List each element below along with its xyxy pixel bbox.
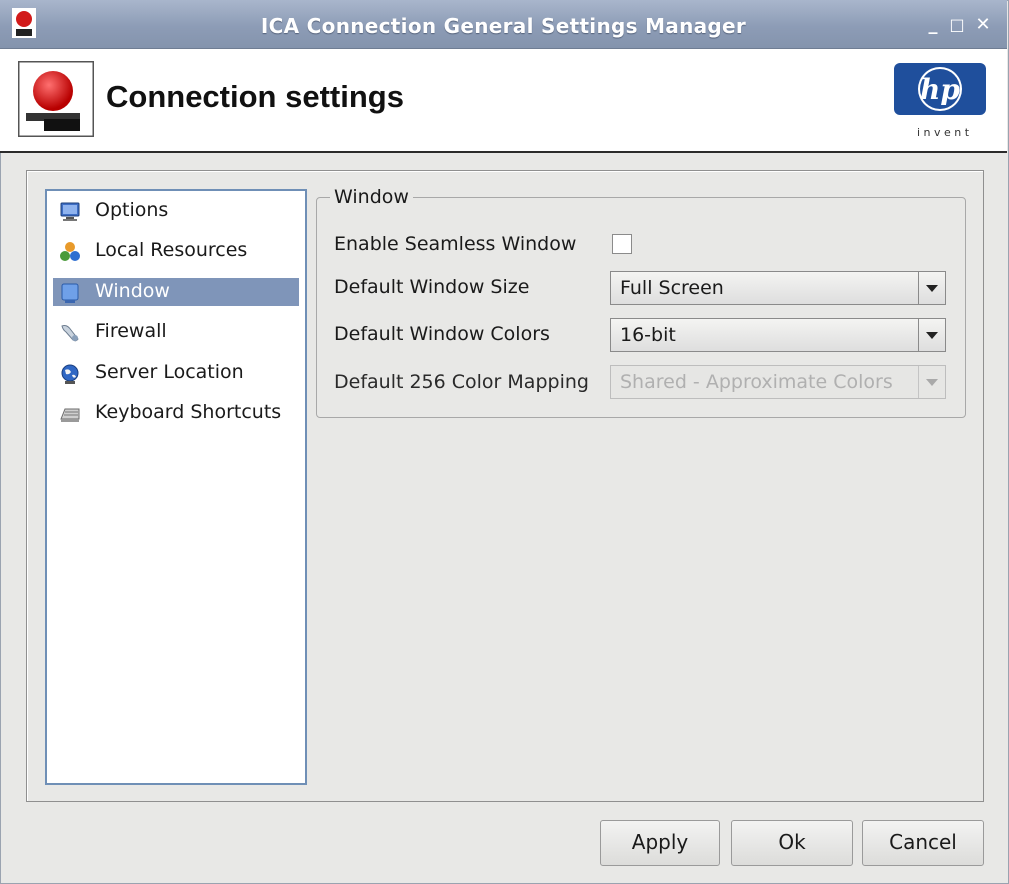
window-title: ICA Connection General Settings Manager [260,14,747,38]
window-size-label: Default Window Size [334,276,530,298]
hp-logo-text: hp [920,73,960,106]
color-mapping-value: Shared - Approximate Colors [620,371,893,393]
nav-label: Local Resources [95,239,248,261]
header-banner: Connection settings hp i n v e n t [0,49,1007,153]
window-size-value: Full Screen [620,277,724,299]
nav-label: Keyboard Shortcuts [95,401,282,423]
apply-button[interactable]: Apply [600,820,720,866]
seamless-window-label: Enable Seamless Window [334,233,577,255]
firewall-icon [61,325,79,342]
hp-tagline: i n v e n t [917,126,970,139]
nav-item-local-resources[interactable]: Local Resources [53,237,299,265]
chevron-down-icon[interactable] [918,319,945,351]
nav-item-options[interactable]: Options [53,197,299,225]
color-mapping-label: Default 256 Color Mapping [334,371,589,393]
nav-label: Server Location [95,361,244,383]
seamless-window-checkbox[interactable] [612,234,632,254]
ok-button[interactable]: Ok [731,820,853,866]
color-mapping-select: Shared - Approximate Colors [610,365,946,399]
cancel-button[interactable]: Cancel [862,820,984,866]
connection-settings-icon [18,61,94,137]
hp-logo-icon: hp i n v e n t [894,63,986,139]
chevron-down-icon[interactable] [918,272,945,304]
groupbox-title: Window [330,186,413,208]
nav-item-firewall[interactable]: Firewall [53,318,299,346]
window-colors-select[interactable]: 16-bit [610,318,946,352]
close-button[interactable]: ✕ [974,16,992,34]
window-colors-value: 16-bit [620,324,676,346]
window-size-select[interactable]: Full Screen [610,271,946,305]
minimize-button[interactable]: _ [924,16,942,34]
nav-item-window[interactable]: Window [53,278,299,306]
nav-label: Options [95,199,169,221]
globe-icon [61,364,79,384]
hp-logo: hp i n v e n t [894,59,992,139]
monitor-icon [60,202,80,221]
window-icon [61,283,79,303]
chevron-down-icon [918,366,945,398]
shapes-icon [60,242,80,261]
nav-label: Firewall [95,320,167,342]
page-title: Connection settings [106,79,404,114]
window-colors-label: Default Window Colors [334,323,550,345]
nav-item-keyboard-shortcuts[interactable]: Keyboard Shortcuts [53,399,299,427]
nav-label: Window [95,280,170,302]
maximize-button[interactable]: □ [948,16,966,34]
title-bar[interactable]: ICA Connection General Settings Manager … [0,0,1007,49]
nav-item-server-location[interactable]: Server Location [53,359,299,387]
keyboard-icon [60,408,80,422]
category-list[interactable]: Options Local Resources Window Firewall … [45,189,307,785]
